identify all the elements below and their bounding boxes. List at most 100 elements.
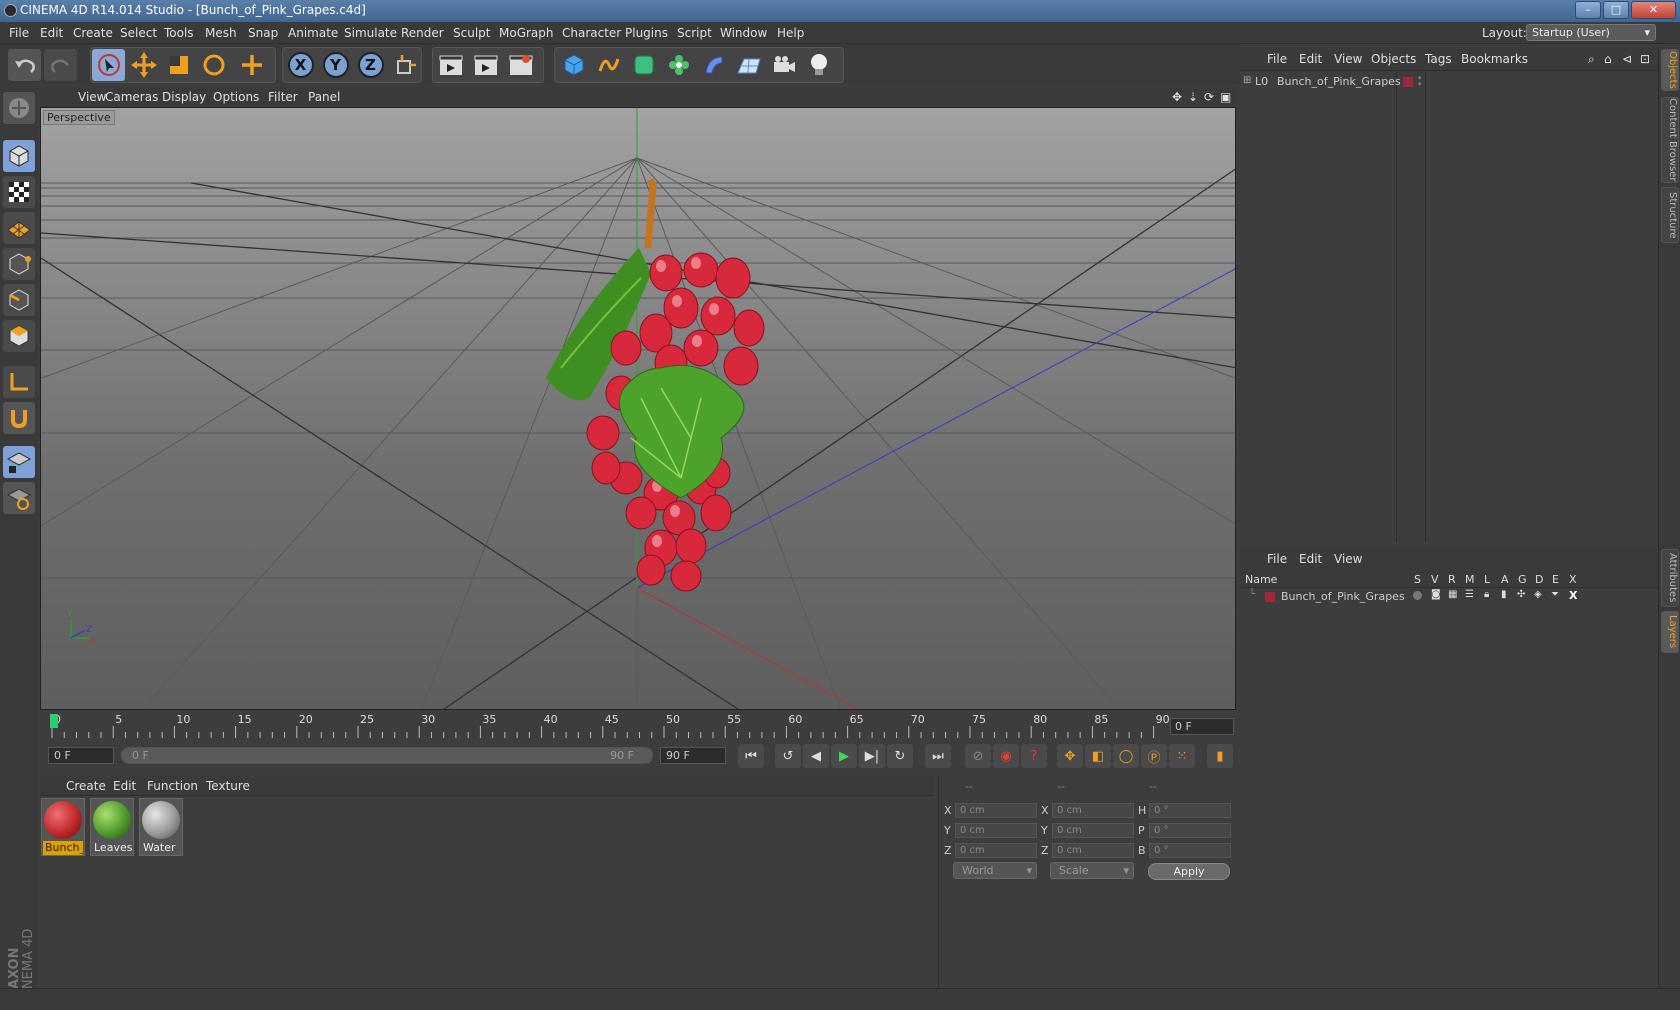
pos-x-field[interactable]: 0 cm: [955, 803, 1037, 818]
key-parameter-button[interactable]: Ⓟ: [1141, 744, 1167, 768]
layer-menu-edit[interactable]: Edit: [1299, 552, 1322, 566]
rotate-view-icon[interactable]: ⟳: [1204, 90, 1214, 104]
perspective-viewport[interactable]: Y Z X Perspective: [40, 107, 1236, 710]
layer-menu-file[interactable]: File: [1267, 552, 1287, 566]
scale-button[interactable]: [162, 49, 195, 81]
array-button[interactable]: [662, 49, 695, 81]
material-menu-function[interactable]: Function: [147, 779, 198, 793]
menu-help[interactable]: Help: [777, 26, 804, 40]
menu-simulate[interactable]: Simulate: [344, 26, 397, 40]
size-x-field[interactable]: 0 cm: [1052, 803, 1134, 818]
size-z-field[interactable]: 0 cm: [1052, 843, 1134, 858]
menu-tools[interactable]: Tools: [164, 26, 194, 40]
add-object-button[interactable]: [235, 49, 268, 81]
timeline-button[interactable]: ▮: [1207, 744, 1233, 768]
menu-animate[interactable]: Animate: [288, 26, 338, 40]
undo-button[interactable]: [8, 49, 41, 81]
menu-window[interactable]: Window: [720, 26, 767, 40]
solo-toggle-icon[interactable]: [1413, 591, 1422, 600]
start-frame-field[interactable]: 0 F: [48, 747, 114, 764]
viewport-menu-filter[interactable]: Filter: [268, 90, 298, 104]
menu-edit[interactable]: Edit: [40, 26, 63, 40]
close-button[interactable]: ✕: [1631, 1, 1676, 19]
timeline-ruler[interactable]: 051015202530354045505560657075808590: [40, 712, 1236, 740]
layer-row[interactable]: └ Bunch_of_Pink_Grapes ◙ ▦ ☰ 🔒︎ ▮ ✣ ◈ ⏷ …: [1243, 589, 1657, 605]
next-frame-button[interactable]: ▶|: [859, 744, 885, 768]
points-mode-button[interactable]: [3, 248, 35, 280]
floor-button[interactable]: [732, 49, 765, 81]
tab-structure[interactable]: Structure: [1661, 187, 1679, 243]
pos-z-field[interactable]: 0 cm: [955, 843, 1037, 858]
object-menu-bookmarks[interactable]: Bookmarks: [1461, 52, 1528, 66]
layout-select[interactable]: Startup (User) ▾: [1526, 24, 1656, 41]
object-menu-tags[interactable]: Tags: [1425, 52, 1452, 66]
edges-mode-button[interactable]: [3, 284, 35, 316]
coordinate-system-button[interactable]: [389, 49, 422, 81]
current-frame-field[interactable]: 0 F: [1170, 718, 1234, 735]
end-frame-field[interactable]: 90 F: [660, 747, 726, 764]
menu-character[interactable]: Character: [562, 26, 621, 40]
key-point-level-button[interactable]: ⁙: [1169, 744, 1195, 768]
expression-icon[interactable]: ⏷: [1551, 589, 1559, 600]
menu-select[interactable]: Select: [120, 26, 157, 40]
zoom-view-icon[interactable]: ⇣: [1188, 90, 1198, 104]
generator-icon[interactable]: ✣: [1517, 589, 1525, 600]
menu-sculpt[interactable]: Sculpt: [453, 26, 490, 40]
eye-icon[interactable]: ◙: [1431, 589, 1441, 600]
viewport-menu-display[interactable]: Display: [162, 90, 206, 104]
size-mode-dropdown[interactable]: Scale ▾: [1050, 862, 1134, 879]
home-icon[interactable]: ⌂: [1604, 52, 1612, 66]
material-menu-create[interactable]: Create: [66, 779, 106, 793]
menu-plugins[interactable]: Plugins: [625, 26, 668, 40]
go-to-end-button[interactable]: ⏭: [925, 744, 951, 768]
tab-attributes[interactable]: Attributes: [1661, 549, 1679, 607]
move-button[interactable]: [127, 49, 160, 81]
x-axis-lock-button[interactable]: X: [284, 49, 317, 81]
menu-script[interactable]: Script: [677, 26, 712, 40]
object-menu-view[interactable]: View: [1334, 52, 1362, 66]
object-menu-objects[interactable]: Objects: [1371, 52, 1416, 66]
menu-create[interactable]: Create: [73, 26, 113, 40]
animation-icon[interactable]: ▮: [1501, 589, 1507, 600]
redo-button[interactable]: [44, 49, 77, 81]
material-menu-texture[interactable]: Texture: [206, 779, 250, 793]
new-view-icon[interactable]: ⊡: [1640, 52, 1650, 66]
axis-mode-button[interactable]: [3, 366, 35, 398]
expand-icon[interactable]: ⊞: [1243, 75, 1251, 86]
render-picture-viewer-button[interactable]: [469, 49, 502, 81]
rot-b-field[interactable]: 0 °: [1149, 843, 1231, 858]
xref-icon[interactable]: X: [1569, 589, 1577, 602]
key-scale-button[interactable]: ◧: [1085, 744, 1111, 768]
record-active-objects-button[interactable]: ⊘: [965, 744, 991, 768]
z-axis-lock-button[interactable]: Z: [354, 49, 387, 81]
spline-button[interactable]: [592, 49, 625, 81]
texture-mode-button[interactable]: [3, 176, 35, 208]
layer-color-swatch[interactable]: [1265, 592, 1275, 602]
tweak-mode-button[interactable]: [3, 402, 35, 434]
previous-key-button[interactable]: ↺: [775, 744, 801, 768]
grape-bunch-model[interactable]: [546, 178, 765, 592]
manager-icon[interactable]: ☰: [1465, 589, 1474, 600]
pos-y-field[interactable]: 0 cm: [955, 823, 1037, 838]
search-icon[interactable]: ⌕: [1588, 52, 1595, 67]
grid-snap-button[interactable]: [3, 482, 35, 514]
snap-mode-button[interactable]: [3, 446, 35, 478]
keyframe-selection-button[interactable]: ?: [1021, 744, 1047, 768]
menu-file[interactable]: File: [9, 26, 29, 40]
menu-render[interactable]: Render: [401, 26, 444, 40]
frame-range-slider[interactable]: 0 F 90 F: [121, 747, 653, 764]
tab-objects[interactable]: Objects: [1661, 49, 1679, 91]
material-swatch[interactable]: Leaves: [90, 798, 134, 856]
up-arrow-icon[interactable]: ⊲: [1622, 52, 1632, 66]
light-button[interactable]: [802, 49, 835, 81]
viewport-menu-cameras[interactable]: Cameras: [105, 90, 158, 104]
model-mode-button[interactable]: [3, 140, 35, 172]
menu-snap[interactable]: Snap: [248, 26, 278, 40]
minimize-button[interactable]: –: [1575, 1, 1601, 19]
render-icon[interactable]: ▦: [1448, 589, 1457, 600]
lock-icon[interactable]: 🔒︎: [1484, 589, 1489, 600]
next-key-button[interactable]: ↻: [887, 744, 913, 768]
camera-button[interactable]: [767, 49, 800, 81]
key-position-button[interactable]: ✥: [1057, 744, 1083, 768]
move-view-icon[interactable]: ✥: [1172, 90, 1182, 104]
